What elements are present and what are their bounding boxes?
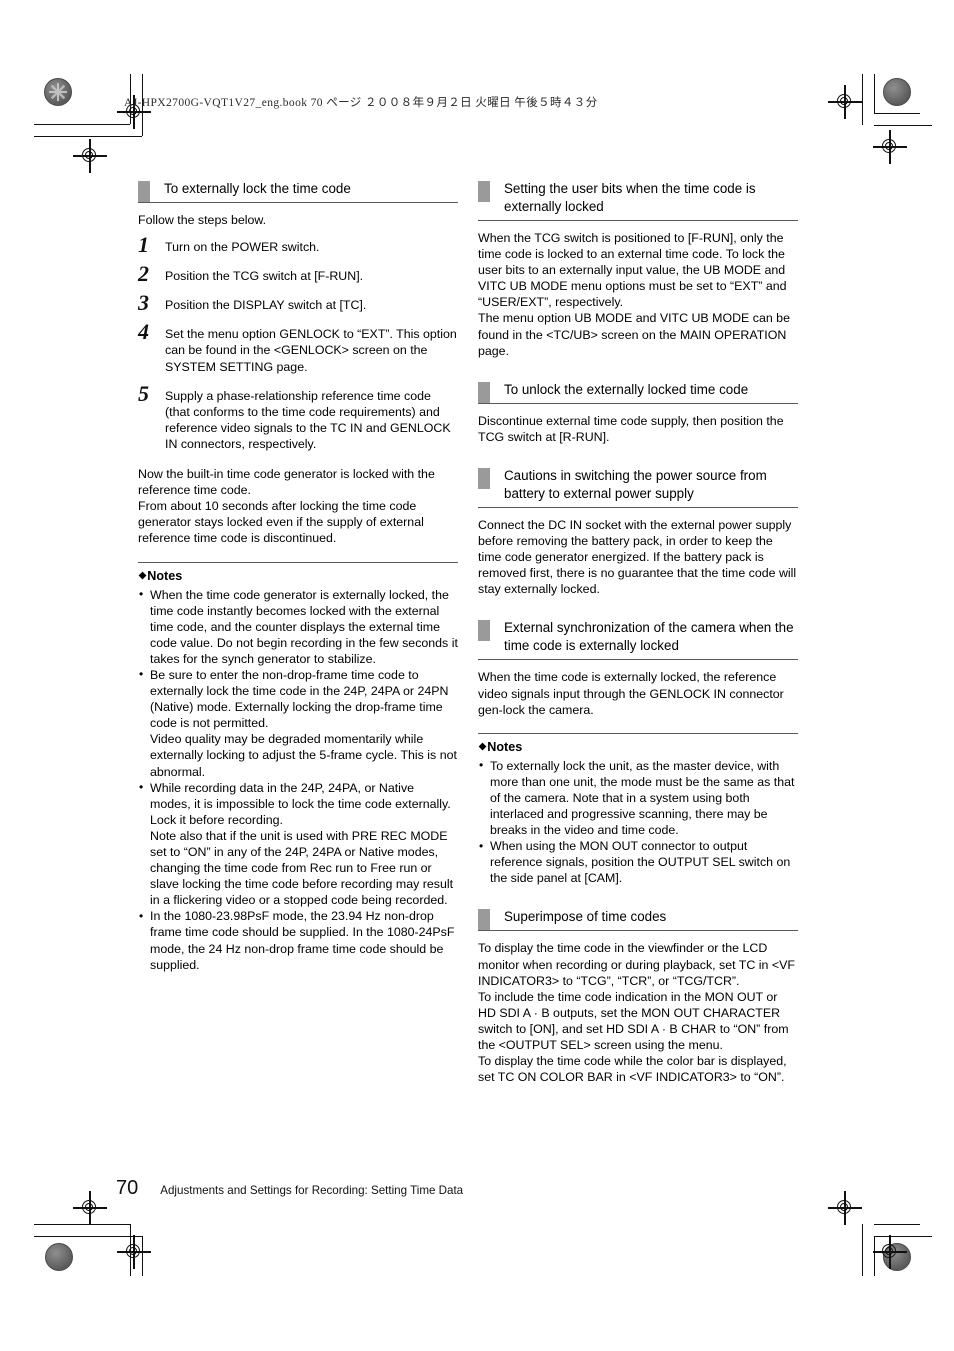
step-item: 1 Turn on the POWER switch.	[138, 234, 458, 256]
section-heading-superimpose: Superimpose of time codes	[478, 908, 798, 932]
notes-title: ◆Notes	[478, 739, 798, 755]
note-item: While recording data in the 24P, 24PA, o…	[138, 779, 458, 909]
step-list: 1 Turn on the POWER switch. 2 Position t…	[138, 234, 458, 452]
notes-block-right: ◆Notes To externally lock the unit, as t…	[478, 732, 798, 887]
registration-mark	[873, 130, 907, 164]
left-column: To externally lock the time code Follow …	[138, 180, 458, 973]
step-number: 2	[138, 261, 149, 287]
section-heading-label: To externally lock the time code	[164, 181, 351, 196]
section-body-cautions: Connect the DC IN socket with the extern…	[478, 517, 797, 597]
step-number: 1	[138, 232, 149, 258]
crop-line	[874, 125, 932, 127]
crop-line	[34, 124, 130, 126]
registration-mark	[117, 1235, 151, 1269]
crop-line	[130, 1224, 132, 1276]
step-text: Position the TCG switch at [F-RUN].	[165, 269, 364, 284]
section-heading-label: To unlock the externally locked time cod…	[504, 381, 749, 397]
section-heading-label: External synchronization of the camera w…	[504, 620, 794, 654]
section-body-superimpose: To display the time code in the viewfind…	[478, 941, 795, 1085]
step-number: 3	[138, 290, 149, 316]
crop-line	[874, 1236, 876, 1276]
notes-block-left: ◆Notes When the time code generator is e…	[138, 561, 458, 973]
crop-line	[862, 1224, 864, 1276]
note-item: When using the MON OUT connector to outp…	[478, 838, 798, 886]
crop-line	[34, 136, 142, 138]
registration-mark	[828, 85, 862, 119]
intro-text: Follow the steps below.	[138, 213, 267, 227]
crop-line	[34, 1236, 142, 1238]
diamond-icon: ◆	[138, 568, 147, 581]
section-heading-label: Setting the user bits when the time code…	[504, 181, 756, 214]
notes-list: When the time code generator is external…	[138, 586, 458, 973]
color-blob-bottom-left	[45, 1243, 73, 1271]
registration-mark	[828, 1191, 862, 1225]
step-text: Position the DISPLAY switch at [TC].	[165, 298, 367, 313]
note-item: To externally lock the unit, as the mast…	[478, 757, 798, 838]
notes-title-label: Notes	[147, 568, 183, 583]
section-body-external-sync: When the time code is externally locked,…	[478, 670, 784, 717]
section-body-unlock: Discontinue external time code supply, t…	[478, 413, 784, 444]
step-item: 4 Set the menu option GENLOCK to “EXT”. …	[138, 321, 458, 374]
crop-line	[874, 113, 920, 115]
crop-line	[34, 1224, 130, 1226]
crop-line	[862, 74, 864, 125]
color-blob-top-right	[883, 78, 911, 106]
section-heading-label: Cautions in switching the power source f…	[504, 467, 767, 501]
registration-mark	[73, 1191, 107, 1225]
section-heading-externally-lock: To externally lock the time code	[138, 180, 458, 203]
step-number: 4	[138, 319, 149, 345]
notes-title: ◆Notes	[138, 568, 458, 584]
file-header-line: AJ-HPX2700G-VQT1V27_eng.book 70 ページ ２００８…	[124, 97, 598, 109]
section-heading-user-bits: Setting the user bits when the time code…	[478, 180, 798, 221]
section-bar-icon	[138, 181, 150, 202]
crop-line	[142, 1236, 144, 1276]
crop-line	[874, 1236, 932, 1238]
section-bar-icon	[478, 381, 490, 403]
page-number: 70	[116, 1177, 139, 1199]
step-item: 5 Supply a phase-relationship reference …	[138, 382, 458, 452]
color-blob-bottom-right	[883, 1243, 911, 1271]
step-number: 5	[138, 380, 149, 406]
right-column: Setting the user bits when the time code…	[478, 180, 798, 1085]
note-item: Be sure to enter the non-drop-frame time…	[138, 666, 458, 780]
notes-title-label: Notes	[487, 739, 523, 754]
section-heading-label: Superimpose of time codes	[504, 909, 667, 925]
section-bar-icon	[478, 181, 490, 202]
crop-line	[874, 1224, 920, 1226]
section-heading-external-sync: External synchronization of the camera w…	[478, 619, 798, 661]
color-blob-top-left	[44, 78, 72, 106]
crop-line	[874, 74, 876, 113]
page-footer: 70 Adjustments and Settings for Recordin…	[116, 1178, 463, 1198]
footer-breadcrumb: Adjustments and Settings for Recording: …	[160, 1184, 464, 1197]
registration-mark	[73, 139, 107, 173]
notes-list: To externally lock the unit, as the mast…	[478, 757, 798, 887]
step-text: Supply a phase-relationship reference ti…	[165, 388, 451, 451]
section-heading-unlock: To unlock the externally locked time cod…	[478, 381, 798, 404]
section-bar-icon	[478, 909, 490, 931]
diamond-icon: ◆	[478, 740, 487, 752]
step-text: Set the menu option GENLOCK to “EXT”. Th…	[165, 327, 457, 374]
note-item: When the time code generator is external…	[138, 586, 458, 667]
section-body-user-bits: When the TCG switch is positioned to [F-…	[478, 231, 790, 358]
step-item: 3 Position the DISPLAY switch at [TC].	[138, 292, 458, 314]
step-text: Turn on the POWER switch.	[165, 240, 320, 255]
after-steps-text: Now the built-in time code generator is …	[138, 467, 435, 546]
section-bar-icon	[478, 467, 490, 489]
step-item: 2 Position the TCG switch at [F-RUN].	[138, 263, 458, 285]
section-bar-icon	[478, 620, 490, 642]
note-item: In the 1080-23.98PsF mode, the 23.94 Hz …	[138, 908, 458, 972]
section-heading-cautions: Cautions in switching the power source f…	[478, 467, 798, 508]
